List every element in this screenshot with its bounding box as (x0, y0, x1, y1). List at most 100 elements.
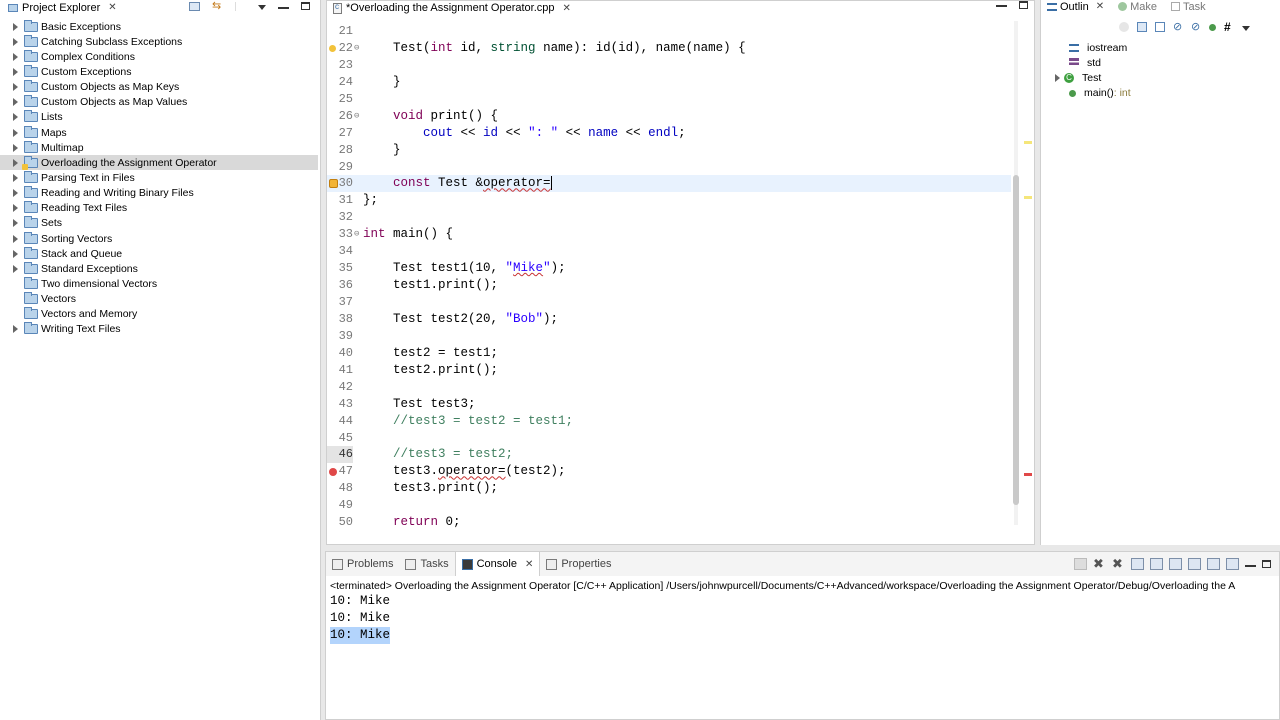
expand-arrow-icon[interactable] (1055, 73, 1060, 82)
project-item[interactable]: Stack and Queue (0, 246, 321, 261)
outline-item[interactable]: main() : int (1055, 86, 1131, 101)
project-item[interactable]: Custom Objects as Map Values (0, 95, 321, 110)
project-item[interactable]: Multimap (0, 140, 321, 155)
warning-overview-mark[interactable] (1024, 141, 1032, 144)
close-icon[interactable]: ✕ (525, 559, 533, 570)
expand-arrow-icon[interactable] (13, 128, 18, 137)
tab-properties[interactable]: Properties (540, 552, 617, 576)
terminate-icon[interactable] (1074, 558, 1087, 570)
expand-arrow-icon[interactable] (13, 204, 18, 213)
cpp-file-icon (333, 2, 342, 14)
expand-arrow-icon[interactable] (13, 173, 18, 182)
view-menu-icon[interactable] (258, 5, 266, 10)
link-editor-icon[interactable]: ⇆ (212, 0, 223, 11)
expand-arrow-icon[interactable] (13, 143, 18, 152)
project-item[interactable]: Writing Text Files (0, 322, 321, 337)
clear-console-icon[interactable] (1131, 558, 1144, 570)
console-output[interactable]: 10: Mike 10: Mike 10: Mike (330, 593, 391, 644)
expand-arrow-icon[interactable] (13, 249, 18, 258)
expand-arrow-icon[interactable] (13, 189, 18, 198)
expand-arrow-icon[interactable] (13, 113, 18, 122)
expand-arrow-icon[interactable] (13, 22, 18, 31)
expand-arrow-icon[interactable] (13, 98, 18, 107)
fold-toggle-icon[interactable]: ⊖ (354, 40, 359, 57)
line-number: 43 (338, 396, 353, 411)
warning-overview-mark[interactable] (1024, 196, 1032, 199)
expand-arrow-icon[interactable] (13, 325, 18, 334)
minimize-icon[interactable] (278, 3, 289, 9)
view-menu-icon[interactable] (1242, 26, 1250, 31)
maximize-icon[interactable] (1262, 560, 1271, 568)
hide-namespace-icon[interactable]: ⊘ (1191, 22, 1201, 33)
project-item[interactable]: Reading and Writing Binary Files (0, 186, 321, 201)
outline-item[interactable]: iostream (1055, 40, 1131, 55)
code-editor[interactable]: *Overloading the Assignment Operator.cpp… (326, 0, 1035, 545)
group-macros-icon[interactable]: # (1224, 21, 1234, 33)
expand-arrow-icon[interactable] (13, 83, 18, 92)
code-line: 27 cout << id << ": " << name << endl; (327, 125, 1034, 142)
code-line: 45 (327, 430, 1034, 447)
group-includes-icon[interactable] (1209, 23, 1216, 31)
tasks-icon (405, 558, 417, 570)
tab-make[interactable]: Make (1118, 1, 1157, 13)
tab-tasks[interactable]: Tasks (399, 552, 454, 576)
project-item[interactable]: Lists (0, 110, 321, 125)
collapse-all-icon[interactable] (189, 1, 200, 11)
expand-arrow-icon[interactable] (13, 37, 18, 46)
outline-item[interactable]: std (1055, 55, 1131, 70)
open-console-icon[interactable] (1226, 558, 1239, 570)
tab-outline[interactable]: Outlin ✕ (1047, 1, 1104, 13)
project-item[interactable]: Catching Subclass Exceptions (0, 34, 321, 49)
close-icon[interactable]: ✕ (1096, 1, 1104, 12)
word-wrap-icon[interactable] (1169, 558, 1182, 570)
remove-all-icon[interactable]: ✖ (1112, 557, 1125, 570)
scrollbar-thumb[interactable] (1013, 175, 1019, 505)
maximize-icon[interactable] (301, 2, 310, 10)
remove-launch-icon[interactable]: ✖ (1093, 557, 1106, 570)
project-item[interactable]: Parsing Text in Files (0, 170, 321, 185)
tab-console[interactable]: Console ✕ (454, 552, 541, 576)
overview-ruler[interactable] (1024, 21, 1032, 525)
project-item[interactable]: Overloading the Assignment Operator (0, 155, 318, 171)
hide-static-icon[interactable] (1155, 22, 1165, 32)
expand-arrow-icon[interactable] (13, 234, 18, 243)
maximize-icon[interactable] (1019, 1, 1028, 9)
expand-arrow-icon[interactable] (13, 158, 18, 167)
minimize-icon[interactable] (996, 1, 1007, 7)
outline-item[interactable]: C Test (1055, 70, 1131, 85)
scroll-lock-icon[interactable] (1150, 558, 1163, 570)
editor-tab[interactable]: *Overloading the Assignment Operator.cpp… (327, 2, 571, 14)
project-item[interactable]: Two dimensional Vectors (0, 276, 321, 291)
code-area[interactable]: 21 22 ⊖ Test(int id, string name): id(id)… (327, 23, 1034, 531)
project-item[interactable]: Custom Exceptions (0, 64, 321, 79)
project-item[interactable]: Vectors (0, 292, 321, 307)
project-item[interactable]: Standard Exceptions (0, 261, 321, 276)
project-item[interactable]: Reading Text Files (0, 201, 321, 216)
project-item[interactable]: Maps (0, 125, 321, 140)
project-item[interactable]: Sorting Vectors (0, 231, 321, 246)
display-console-icon[interactable] (1207, 558, 1220, 570)
hide-nonpublic-icon[interactable]: ⊘ (1173, 22, 1183, 33)
tab-problems[interactable]: Problems (326, 552, 399, 576)
vertical-scrollbar[interactable] (1012, 21, 1020, 525)
hide-fields-icon[interactable] (1137, 22, 1147, 32)
project-item[interactable]: Vectors and Memory (0, 307, 321, 322)
expand-arrow-icon[interactable] (13, 264, 18, 273)
minimize-icon[interactable] (1245, 561, 1256, 567)
fold-toggle-icon[interactable]: ⊖ (354, 108, 359, 125)
expand-arrow-icon[interactable] (13, 52, 18, 61)
project-item-label: Catching Subclass Exceptions (41, 35, 183, 48)
fold-toggle-icon[interactable]: ⊖ (354, 226, 359, 243)
project-item[interactable]: Complex Conditions (0, 49, 321, 64)
error-overview-mark[interactable] (1024, 473, 1032, 476)
project-item[interactable]: Basic Exceptions (0, 19, 321, 34)
close-icon[interactable]: ✕ (108, 2, 116, 13)
expand-arrow-icon[interactable] (13, 67, 18, 76)
pin-console-icon[interactable] (1188, 558, 1201, 570)
tab-task[interactable]: Task (1171, 1, 1206, 13)
project-item[interactable]: Sets (0, 216, 321, 231)
expand-arrow-icon[interactable] (13, 219, 18, 228)
project-item[interactable]: Custom Objects as Map Keys (0, 80, 321, 95)
sort-icon[interactable] (1119, 22, 1129, 32)
close-icon[interactable]: ✕ (563, 3, 571, 14)
